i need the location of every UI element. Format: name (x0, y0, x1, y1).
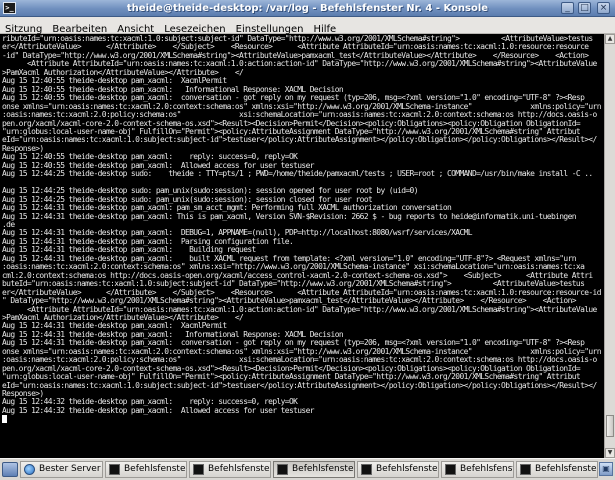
scroll-up-icon[interactable]: ▲ (605, 34, 615, 44)
terminal-cursor (2, 415, 7, 424)
taskbar-item-label: Bester Server (39, 464, 101, 474)
maximize-button[interactable]: □ (578, 2, 591, 14)
taskbar-item-bester-server[interactable]: Bester Server (20, 461, 103, 478)
taskbar-item-label: Befehlsfenste... (124, 464, 186, 474)
window-title-bar[interactable]: >_ theide@theide-desktop: /var/log - Bef… (0, 0, 615, 17)
taskbar-item-konsole[interactable]: Befehlsfenster (441, 461, 514, 478)
terminal-line: Aug 15 12:44:25 theide-desktop sudo: the… (2, 169, 593, 179)
taskbar-item-konsole[interactable]: Befehlsfenste... (516, 461, 598, 478)
window-title: theide@theide-desktop: /var/log - Befehl… (126, 3, 489, 14)
minimize-button[interactable]: _ (561, 2, 574, 14)
taskbar: Bester Server Befehlsfenste... Befehlsfe… (0, 458, 615, 480)
taskbar-item-label: Befehlsfenster (460, 464, 513, 474)
terminal-icon (277, 464, 288, 475)
terminal-cursor-line (2, 415, 604, 424)
system-tray-icon[interactable]: ▣ (599, 462, 613, 476)
terminal-icon (445, 464, 456, 475)
taskbar-item-label: Befehlsfenste... (535, 464, 597, 474)
terminal-line: eId="urn:oasis:names:tc:xacml:1.0:subjec… (2, 135, 597, 145)
terminal-line: Aug 15 12:44:32 theide-desktop pam_xacml… (2, 405, 315, 415)
terminal-icon (520, 464, 531, 475)
taskbar-item-konsole[interactable]: Befehlsfenste... (189, 461, 271, 478)
taskbar-item-label: Befehlsfenste... (292, 464, 354, 474)
close-button[interactable]: × (597, 2, 610, 14)
terminal-output-area[interactable]: ributeId="urn:oasis:names:tc:xacml:1.0:s… (0, 34, 604, 458)
terminal-icon (193, 464, 204, 475)
start-menu-icon[interactable] (2, 462, 18, 477)
terminal-icon (361, 464, 372, 475)
terminal-lines: ributeId="urn:oasis:names:tc:xacml:1.0:s… (0, 34, 604, 425)
vertical-scrollbar[interactable]: ▲ ▼ (604, 34, 615, 458)
terminal-line: eId="urn:oasis:names:tc:xacml:1.0:subjec… (2, 380, 597, 390)
scrollbar-thumb[interactable] (606, 415, 614, 437)
taskbar-item-konsole[interactable]: Befehlsfenste... (105, 461, 187, 478)
taskbar-item-konsole-active[interactable]: Befehlsfenste... (273, 461, 355, 478)
scroll-down-icon[interactable]: ▼ (605, 448, 615, 458)
taskbar-item-label: Befehlsfenste... (376, 464, 438, 474)
terminal-line: Aug 15 12:44:31 theide-desktop pam_xacml… (2, 211, 577, 221)
menu-bar: Sitzung Bearbeiten Ansicht Lesezeichen Einst… (0, 17, 615, 35)
terminal-icon (109, 464, 120, 475)
taskbar-item-label: Befehlsfenste... (208, 464, 270, 474)
browser-icon (24, 464, 35, 475)
taskbar-item-konsole[interactable]: Befehlsfenste... (357, 461, 439, 478)
terminal-icon[interactable]: >_ (3, 2, 16, 14)
